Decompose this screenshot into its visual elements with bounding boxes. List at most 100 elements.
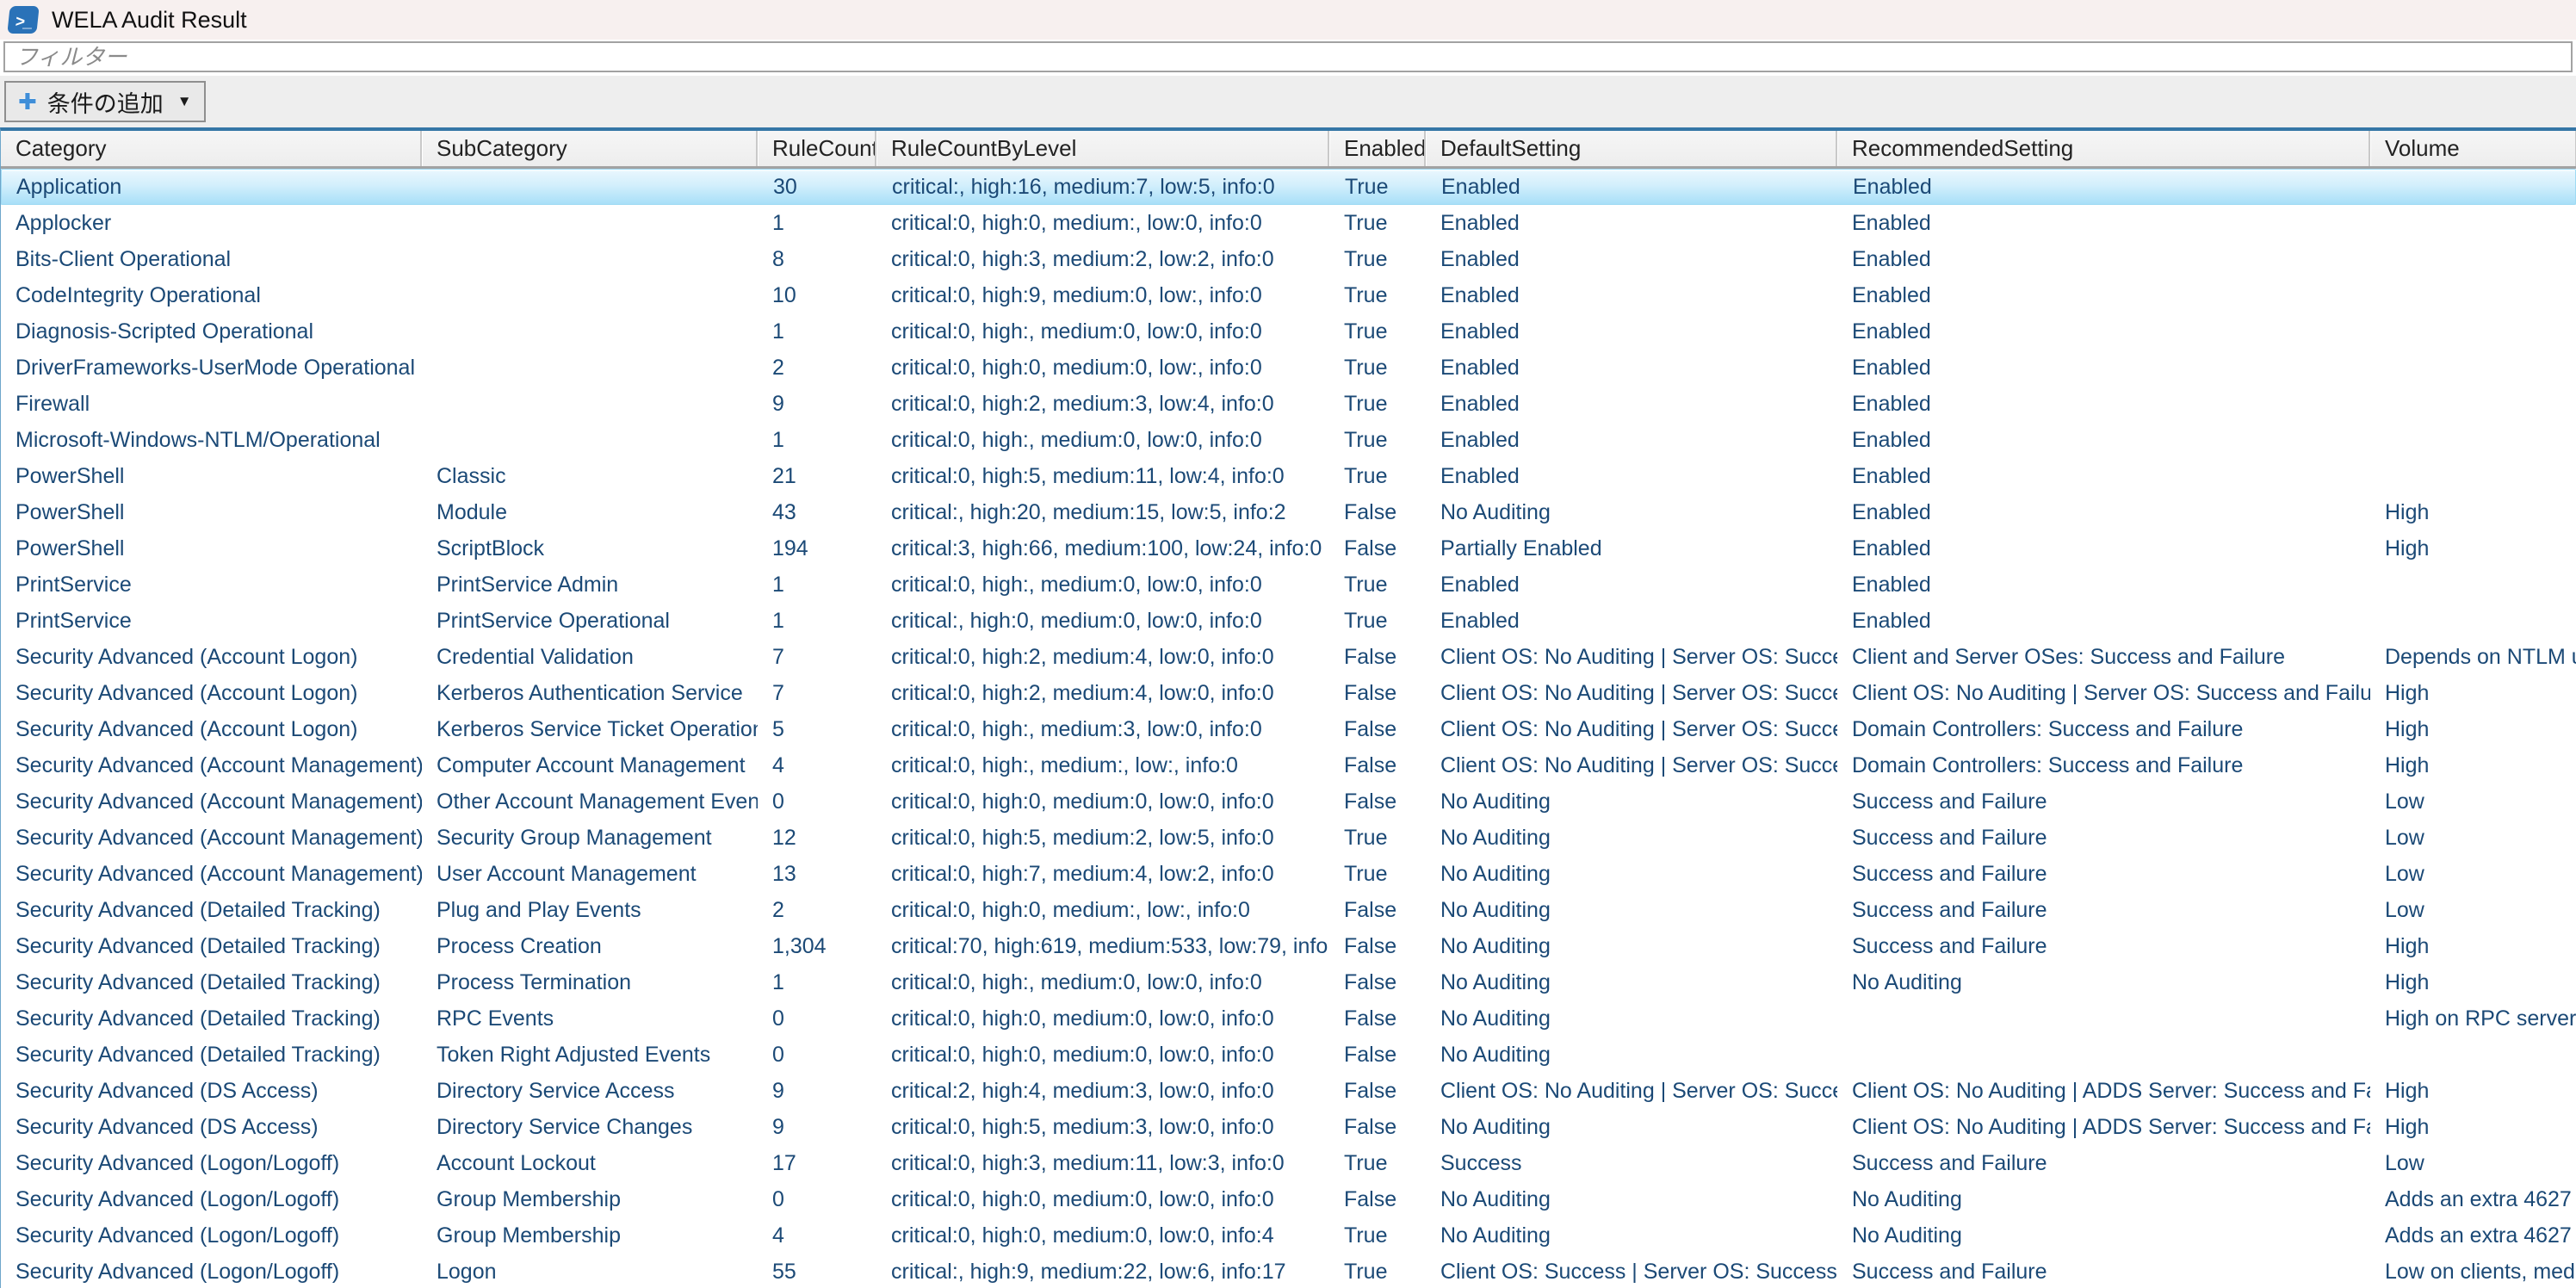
cell-category: Security Advanced (Detailed Tracking) bbox=[1, 1000, 422, 1037]
cell-recommendedsetting: Success and Failure bbox=[1837, 892, 2370, 928]
cell-defaultsetting: Enabled bbox=[1426, 603, 1837, 639]
cell-rulecountbylevel: critical:, high:9, medium:22, low:6, inf… bbox=[876, 1254, 1329, 1288]
cell-defaultsetting: Partially Enabled bbox=[1426, 530, 1837, 567]
cell-defaultsetting: Enabled bbox=[1426, 567, 1837, 603]
cell-enabled: False bbox=[1329, 1037, 1426, 1073]
column-header-enabled[interactable]: Enabled bbox=[1329, 131, 1426, 166]
cell-subcategory: Other Account Management Events bbox=[422, 783, 758, 820]
cell-subcategory bbox=[422, 277, 758, 313]
cell-recommendedsetting: Enabled bbox=[1837, 458, 2370, 494]
cell-category: Firewall bbox=[1, 386, 422, 422]
cell-rulecount: 21 bbox=[758, 458, 876, 494]
table-row[interactable]: PowerShellScriptBlock194critical:3, high… bbox=[1, 530, 2576, 567]
table-row[interactable]: Bits-Client Operational8critical:0, high… bbox=[1, 241, 2576, 277]
cell-subcategory bbox=[422, 313, 758, 350]
cell-category: DriverFrameworks-UserMode Operational bbox=[1, 350, 422, 386]
cell-category: Security Advanced (Account Logon) bbox=[1, 711, 422, 747]
cell-enabled: True bbox=[1329, 1254, 1426, 1288]
cell-volume bbox=[2370, 603, 2576, 639]
cell-defaultsetting: Client OS: No Auditing | Server OS: Succ… bbox=[1426, 1073, 1837, 1109]
cell-category: Diagnosis-Scripted Operational bbox=[1, 313, 422, 350]
column-header-defaultsetting[interactable]: DefaultSetting bbox=[1426, 131, 1837, 166]
table-row[interactable]: Security Advanced (Logon/Logoff)Group Me… bbox=[1, 1217, 2576, 1254]
column-header-recommendedsetting[interactable]: RecommendedSetting bbox=[1837, 131, 2370, 166]
table-row[interactable]: Security Advanced (Account Management)Se… bbox=[1, 820, 2576, 856]
cell-category: PrintService bbox=[1, 603, 422, 639]
cell-defaultsetting: Enabled bbox=[1426, 386, 1837, 422]
cell-category: Application bbox=[2, 170, 423, 204]
add-criteria-button[interactable]: ✚ 条件の追加 ▼ bbox=[4, 81, 206, 122]
table-row[interactable]: Security Advanced (Detailed Tracking)Pro… bbox=[1, 928, 2576, 964]
cell-subcategory: RPC Events bbox=[422, 1000, 758, 1037]
cell-volume bbox=[2370, 567, 2576, 603]
cell-category: Security Advanced (Account Logon) bbox=[1, 675, 422, 711]
cell-recommendedsetting: Success and Failure bbox=[1837, 783, 2370, 820]
cell-subcategory bbox=[422, 386, 758, 422]
cell-enabled: False bbox=[1329, 783, 1426, 820]
table-row[interactable]: Security Advanced (DS Access)Directory S… bbox=[1, 1073, 2576, 1109]
cell-rulecount: 1 bbox=[758, 205, 876, 241]
cell-enabled: False bbox=[1329, 747, 1426, 783]
cell-category: Security Advanced (Account Logon) bbox=[1, 639, 422, 675]
cell-subcategory: Computer Account Management bbox=[422, 747, 758, 783]
cell-rulecount: 8 bbox=[758, 241, 876, 277]
cell-recommendedsetting: Enabled bbox=[1837, 530, 2370, 567]
cell-rulecountbylevel: critical:0, high:, medium:0, low:0, info… bbox=[876, 567, 1329, 603]
cell-subcategory: Directory Service Access bbox=[422, 1073, 758, 1109]
table-row[interactable]: Security Advanced (Detailed Tracking)RPC… bbox=[1, 1000, 2576, 1037]
filter-bar bbox=[0, 40, 2576, 76]
table-row[interactable]: CodeIntegrity Operational10critical:0, h… bbox=[1, 277, 2576, 313]
cell-category: Security Advanced (Detailed Tracking) bbox=[1, 1037, 422, 1073]
table-row[interactable]: PowerShellClassic21critical:0, high:5, m… bbox=[1, 458, 2576, 494]
column-header-rulecount[interactable]: RuleCount bbox=[758, 131, 876, 166]
table-row[interactable]: Security Advanced (Detailed Tracking)Tok… bbox=[1, 1037, 2576, 1073]
table-row[interactable]: Security Advanced (Logon/Logoff)Logon55c… bbox=[1, 1254, 2576, 1288]
filter-input[interactable] bbox=[3, 41, 2573, 72]
cell-subcategory: Account Lockout bbox=[422, 1145, 758, 1181]
table-row[interactable]: Security Advanced (Account Management)Co… bbox=[1, 747, 2576, 783]
table-row[interactable]: Security Advanced (Detailed Tracking)Pro… bbox=[1, 964, 2576, 1000]
cell-category: PowerShell bbox=[1, 494, 422, 530]
table-row[interactable]: Security Advanced (Detailed Tracking)Plu… bbox=[1, 892, 2576, 928]
cell-volume: High bbox=[2370, 675, 2576, 711]
cell-defaultsetting: Client OS: No Auditing | Server OS: Succ… bbox=[1426, 711, 1837, 747]
table-row[interactable]: PrintServicePrintService Operational1cri… bbox=[1, 603, 2576, 639]
table-row[interactable]: Firewall9critical:0, high:2, medium:3, l… bbox=[1, 386, 2576, 422]
table-row[interactable]: Security Advanced (Account Management)Ot… bbox=[1, 783, 2576, 820]
table-row[interactable]: Security Advanced (DS Access)Directory S… bbox=[1, 1109, 2576, 1145]
cell-defaultsetting: No Auditing bbox=[1426, 820, 1837, 856]
column-header-rulecountbylevel[interactable]: RuleCountByLevel bbox=[876, 131, 1329, 166]
table-row[interactable]: Diagnosis-Scripted Operational1critical:… bbox=[1, 313, 2576, 350]
table-row[interactable]: Security Advanced (Logon/Logoff)Account … bbox=[1, 1145, 2576, 1181]
table-row[interactable]: Security Advanced (Logon/Logoff)Group Me… bbox=[1, 1181, 2576, 1217]
cell-recommendedsetting: No Auditing bbox=[1837, 964, 2370, 1000]
cell-rulecountbylevel: critical:0, high:0, medium:0, low:0, inf… bbox=[876, 1217, 1329, 1254]
cell-defaultsetting: Enabled bbox=[1426, 422, 1837, 458]
cell-subcategory: Logon bbox=[422, 1254, 758, 1288]
cell-subcategory bbox=[422, 350, 758, 386]
table-row[interactable]: DriverFrameworks-UserMode Operational2cr… bbox=[1, 350, 2576, 386]
table-row[interactable]: Application30critical:, high:16, medium:… bbox=[1, 169, 2576, 205]
table-row[interactable]: Security Advanced (Account Logon)Kerbero… bbox=[1, 675, 2576, 711]
cell-rulecountbylevel: critical:70, high:619, medium:533, low:7… bbox=[876, 928, 1329, 964]
table-row[interactable]: Applocker1critical:0, high:0, medium:, l… bbox=[1, 205, 2576, 241]
table-row[interactable]: Security Advanced (Account Management)Us… bbox=[1, 856, 2576, 892]
table-row[interactable]: PowerShellModule43critical:, high:20, me… bbox=[1, 494, 2576, 530]
cell-recommendedsetting: Success and Failure bbox=[1837, 928, 2370, 964]
cell-recommendedsetting: Enabled bbox=[1837, 494, 2370, 530]
column-header-category[interactable]: Category bbox=[1, 131, 422, 166]
column-header-volume[interactable]: Volume bbox=[2370, 131, 2576, 166]
table-row[interactable]: Security Advanced (Account Logon)Kerbero… bbox=[1, 711, 2576, 747]
column-header-subcategory[interactable]: SubCategory bbox=[422, 131, 758, 166]
cell-recommendedsetting: Enabled bbox=[1837, 241, 2370, 277]
cell-volume bbox=[2371, 170, 2576, 204]
table-row[interactable]: Microsoft-Windows-NTLM/Operational1criti… bbox=[1, 422, 2576, 458]
table-row[interactable]: PrintServicePrintService Admin1critical:… bbox=[1, 567, 2576, 603]
cell-defaultsetting: No Auditing bbox=[1426, 783, 1837, 820]
cell-category: PowerShell bbox=[1, 458, 422, 494]
cell-category: Security Advanced (Logon/Logoff) bbox=[1, 1217, 422, 1254]
cell-defaultsetting: Client OS: No Auditing | Server OS: Succ… bbox=[1426, 639, 1837, 675]
cell-subcategory: Module bbox=[422, 494, 758, 530]
cell-volume bbox=[2370, 313, 2576, 350]
table-row[interactable]: Security Advanced (Account Logon)Credent… bbox=[1, 639, 2576, 675]
